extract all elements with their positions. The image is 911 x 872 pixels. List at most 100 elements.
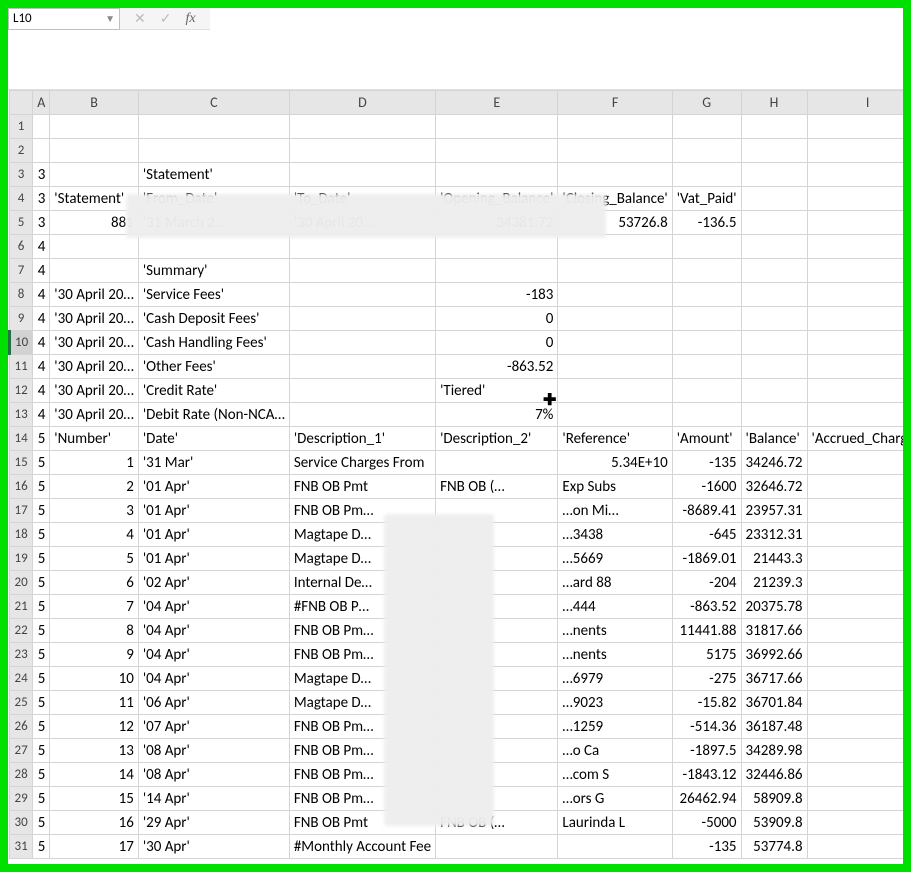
- cell[interactable]: FNB OB (…: [436, 475, 558, 499]
- cell[interactable]: '01 Apr': [138, 523, 289, 547]
- cell[interactable]: '02 Apr': [138, 571, 289, 595]
- cell[interactable]: 'Description_1': [289, 427, 435, 451]
- cell[interactable]: [289, 403, 435, 427]
- cell[interactable]: 31817.66: [741, 619, 807, 643]
- cell[interactable]: [741, 115, 807, 139]
- cell[interactable]: '30 April 20…: [50, 307, 139, 331]
- cell[interactable]: 12: [807, 691, 903, 715]
- cell[interactable]: …ard 88: [558, 571, 672, 595]
- cell[interactable]: [741, 139, 807, 163]
- cell[interactable]: 5: [33, 595, 50, 619]
- cell[interactable]: 12: [807, 523, 903, 547]
- cell[interactable]: 23312.31: [741, 523, 807, 547]
- cell[interactable]: '01 Apr': [138, 475, 289, 499]
- cell[interactable]: 13: [50, 739, 139, 763]
- cell[interactable]: -8689.41: [672, 499, 741, 523]
- cell[interactable]: 4: [33, 331, 50, 355]
- cell[interactable]: 'Cash Deposit Fees': [138, 307, 289, 331]
- column-header[interactable]: F: [558, 91, 672, 115]
- cell[interactable]: 15: [50, 787, 139, 811]
- row-header[interactable]: 11: [10, 355, 33, 379]
- cell[interactable]: 36701.84: [741, 691, 807, 715]
- cell[interactable]: -1897.5: [672, 739, 741, 763]
- cell[interactable]: 'Amount': [672, 427, 741, 451]
- cell[interactable]: -863.52: [436, 355, 558, 379]
- row-header[interactable]: 10: [10, 331, 33, 355]
- cell[interactable]: [807, 619, 903, 643]
- cell[interactable]: '04 Apr': [138, 595, 289, 619]
- cell[interactable]: …444: [558, 595, 672, 619]
- cell[interactable]: #Monthly Account Fee: [289, 835, 435, 859]
- cell[interactable]: [558, 259, 672, 283]
- row-header[interactable]: 7: [10, 259, 33, 283]
- row-header[interactable]: 12: [10, 379, 33, 403]
- cell[interactable]: [807, 763, 903, 787]
- row-header[interactable]: 9: [10, 307, 33, 331]
- cell[interactable]: 7%: [436, 403, 558, 427]
- cell[interactable]: [289, 163, 435, 187]
- cell[interactable]: -15.82: [672, 691, 741, 715]
- cell[interactable]: 5: [33, 763, 50, 787]
- cell[interactable]: [672, 235, 741, 259]
- cell[interactable]: 1: [50, 451, 139, 475]
- cell[interactable]: 10: [50, 667, 139, 691]
- cell[interactable]: 3: [50, 499, 139, 523]
- cell[interactable]: 53909.8: [741, 811, 807, 835]
- cell[interactable]: -275: [672, 667, 741, 691]
- cell[interactable]: …com S: [558, 763, 672, 787]
- cell[interactable]: [741, 307, 807, 331]
- cell[interactable]: [50, 115, 139, 139]
- cell[interactable]: 3: [33, 187, 50, 211]
- cell[interactable]: '30 April 20…: [50, 283, 139, 307]
- cell[interactable]: [33, 115, 50, 139]
- row-header[interactable]: 28: [10, 763, 33, 787]
- cell[interactable]: '04 Apr': [138, 667, 289, 691]
- cell[interactable]: '04 Apr': [138, 643, 289, 667]
- row-header[interactable]: 6: [10, 235, 33, 259]
- cell[interactable]: [289, 139, 435, 163]
- cell[interactable]: 9: [50, 643, 139, 667]
- row-header[interactable]: 18: [10, 523, 33, 547]
- cell[interactable]: [741, 283, 807, 307]
- cell[interactable]: [33, 139, 50, 163]
- cell[interactable]: 53774.8: [741, 835, 807, 859]
- cell[interactable]: [558, 283, 672, 307]
- row-header[interactable]: 21: [10, 595, 33, 619]
- cell[interactable]: 21239.3: [741, 571, 807, 595]
- cell[interactable]: -1869.01: [672, 547, 741, 571]
- cell[interactable]: [558, 379, 672, 403]
- cell[interactable]: 'Other Fees': [138, 355, 289, 379]
- cell[interactable]: [672, 283, 741, 307]
- cell[interactable]: [50, 259, 139, 283]
- cell[interactable]: [50, 235, 139, 259]
- cell[interactable]: -514.36: [672, 715, 741, 739]
- cell[interactable]: [558, 163, 672, 187]
- cell[interactable]: 36717.66: [741, 667, 807, 691]
- cell[interactable]: 12: [807, 667, 903, 691]
- cell[interactable]: 4: [33, 355, 50, 379]
- row-header[interactable]: 16: [10, 475, 33, 499]
- cell[interactable]: …nents: [558, 643, 672, 667]
- cell[interactable]: 4: [33, 259, 50, 283]
- cell[interactable]: [807, 379, 903, 403]
- cell[interactable]: …9023: [558, 691, 672, 715]
- column-header[interactable]: I: [807, 91, 903, 115]
- cell[interactable]: [558, 139, 672, 163]
- cell[interactable]: [289, 259, 435, 283]
- cell[interactable]: [741, 163, 807, 187]
- cell[interactable]: 5: [33, 667, 50, 691]
- cell[interactable]: '31 Mar': [138, 451, 289, 475]
- cell[interactable]: [807, 355, 903, 379]
- cell[interactable]: [558, 115, 672, 139]
- cell[interactable]: [741, 331, 807, 355]
- cell[interactable]: 'Debit Rate (Non-NCA…: [138, 403, 289, 427]
- cell[interactable]: [807, 307, 903, 331]
- cell[interactable]: '08 Apr': [138, 763, 289, 787]
- cell[interactable]: [807, 475, 903, 499]
- cell[interactable]: [289, 355, 435, 379]
- cell[interactable]: 'Date': [138, 427, 289, 451]
- cell[interactable]: 12: [50, 715, 139, 739]
- cell[interactable]: 4: [33, 283, 50, 307]
- cell[interactable]: [436, 235, 558, 259]
- cell[interactable]: [807, 499, 903, 523]
